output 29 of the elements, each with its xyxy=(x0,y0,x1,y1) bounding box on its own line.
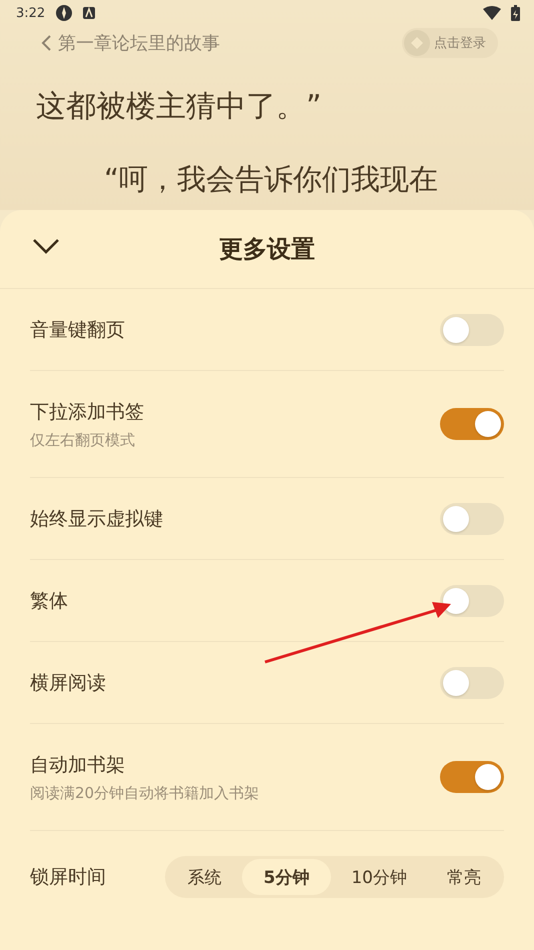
keyboard-icon xyxy=(83,7,96,19)
setting-label: 锁屏时间 xyxy=(30,865,106,890)
toggle-switch[interactable] xyxy=(440,408,504,440)
sheet-title: 更多设置 xyxy=(219,234,315,265)
segment-option[interactable]: 常亮 xyxy=(427,859,501,895)
wifi-icon xyxy=(483,6,501,20)
status-time: 3:22 xyxy=(16,6,46,20)
battery-icon xyxy=(511,5,520,21)
chevron-down-icon[interactable] xyxy=(32,238,60,254)
back-icon xyxy=(40,34,52,52)
toggle-switch[interactable] xyxy=(440,761,504,793)
setting-label: 始终显示虚拟键 xyxy=(30,506,164,532)
setting-description: 阅读满20分钟自动将书籍加入书架 xyxy=(30,784,260,802)
segment-option[interactable]: 系统 xyxy=(168,859,242,895)
toggle-switch[interactable] xyxy=(440,666,504,698)
toggle-switch[interactable] xyxy=(440,584,504,616)
setting-label: 音量键翻页 xyxy=(30,318,126,342)
setting-label: 下拉添加书签 xyxy=(30,400,145,424)
toggle-switch[interactable] xyxy=(440,502,504,534)
setting-label: 自动加书架 xyxy=(30,752,126,778)
setting-label: 横屏阅读 xyxy=(30,670,107,696)
setting-label: 繁体 xyxy=(30,588,69,614)
setting-description: 仅左右翻页模式 xyxy=(30,430,136,450)
segment-option[interactable]: 5分钟 xyxy=(242,859,332,895)
segment-option[interactable]: 10分钟 xyxy=(331,859,427,895)
story-text: 这都被楼主猜中了。” xyxy=(35,88,323,126)
story-text: “呵，我会告诉你们我现在 xyxy=(103,161,440,196)
app-icon xyxy=(55,4,74,22)
toggle-switch[interactable] xyxy=(440,314,504,346)
